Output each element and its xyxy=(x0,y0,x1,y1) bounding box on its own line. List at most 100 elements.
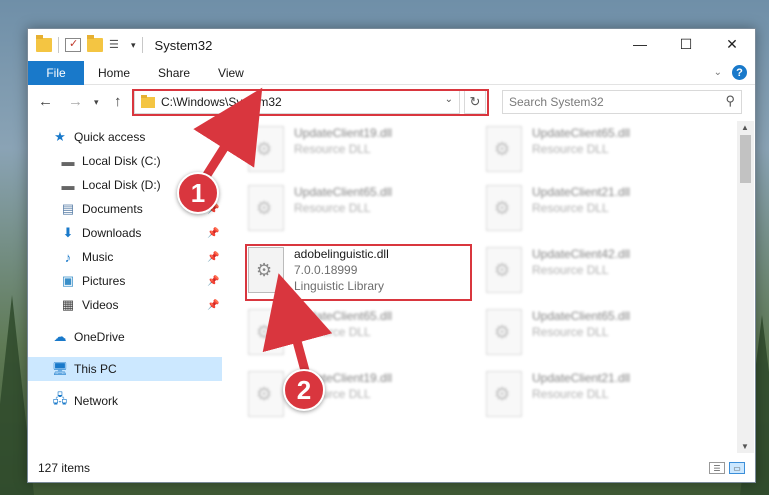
file-item[interactable]: UpdateClient65.dll Resource DLL xyxy=(248,185,478,239)
file-name: UpdateClient19.dll xyxy=(294,126,393,140)
back-arrow-icon[interactable]: ← xyxy=(38,93,53,110)
file-item[interactable]: UpdateClient65.dll Resource DLL xyxy=(486,309,716,363)
window-title: System32 xyxy=(154,37,213,53)
computer-icon: 🖥 xyxy=(51,361,69,376)
sidebar-item-label: Network xyxy=(74,394,119,408)
file-type: Resource DLL xyxy=(532,201,609,215)
help-icon[interactable]: ? xyxy=(732,65,747,80)
file-item[interactable]: UpdateClient65.dll Resource DLL xyxy=(486,126,716,180)
close-button[interactable]: ✕ xyxy=(709,29,755,59)
pictures-icon: ▣ xyxy=(61,273,75,288)
file-item[interactable]: UpdateClient19.dll Resource DLL xyxy=(248,371,478,425)
sidebar-item-label: Downloads xyxy=(82,226,142,240)
file-name: UpdateClient65.dll xyxy=(294,185,393,199)
customize-icon[interactable]: ☰ xyxy=(109,38,125,52)
item-count: 127 items xyxy=(38,461,91,475)
large-icons-view-icon[interactable]: ▭ xyxy=(729,462,745,474)
download-icon: ⬇ xyxy=(62,225,74,240)
sidebar-item-music[interactable]: ♪ Music 📌 xyxy=(28,245,222,269)
sidebar-item-label: OneDrive xyxy=(74,330,125,344)
step-1-badge: 1 xyxy=(177,172,219,214)
video-icon: ▦ xyxy=(61,297,75,312)
pin-icon[interactable]: 📌 xyxy=(207,300,219,311)
sidebar-item-this-pc[interactable]: 🖥 This PC xyxy=(28,357,222,381)
step-2-badge: 2 xyxy=(283,369,325,411)
sidebar-item-downloads[interactable]: ⬇ Downloads 📌 xyxy=(28,221,222,245)
sidebar-item-pictures[interactable]: ▣ Pictures 📌 xyxy=(28,269,222,293)
new-folder-icon[interactable] xyxy=(87,35,103,52)
file-highlight-box xyxy=(245,244,472,301)
up-arrow-icon[interactable]: ↑ xyxy=(114,93,122,110)
sidebar-item-label: Documents xyxy=(82,202,143,216)
status-bar: 127 items ☰ ▭ xyxy=(28,454,755,482)
tab-share[interactable]: Share xyxy=(144,66,204,80)
sidebar-item-label: Music xyxy=(82,250,114,264)
scroll-down-icon[interactable]: ▼ xyxy=(741,442,749,451)
expand-ribbon-icon[interactable]: ⌄ xyxy=(714,67,722,78)
file-item[interactable]: UpdateClient19.dll Resource DLL xyxy=(248,126,478,180)
file-type: Resource DLL xyxy=(532,142,609,156)
quick-access-toolbar: ☰ ▾ xyxy=(28,35,143,53)
sidebar-item-local-disk-c[interactable]: ▬ Local Disk (C:) xyxy=(28,149,222,173)
file-item[interactable]: UpdateClient21.dll Resource DLL xyxy=(486,371,716,425)
search-input[interactable]: Search System32 ⚲ xyxy=(502,90,742,114)
sidebar-item-label: Pictures xyxy=(82,274,126,288)
star-icon: ★ xyxy=(54,129,66,144)
recent-chevron-icon[interactable]: ▾ xyxy=(94,97,99,108)
dll-file-icon xyxy=(248,126,284,172)
sidebar-item-network[interactable]: 🖧 Network xyxy=(28,389,222,413)
dll-file-icon xyxy=(486,371,522,417)
file-item[interactable]: UpdateClient21.dll Resource DLL xyxy=(486,185,716,239)
ribbon-tabs: File Home Share View ⌄ ? xyxy=(28,60,755,85)
pin-icon[interactable]: 📌 xyxy=(207,228,219,239)
view-buttons: ☰ ▭ xyxy=(709,462,745,474)
file-item[interactable]: UpdateClient42.dll Resource DLL xyxy=(486,247,716,301)
properties-icon[interactable] xyxy=(65,37,81,52)
address-highlight-box xyxy=(132,89,489,116)
scroll-thumb[interactable] xyxy=(740,135,751,183)
dll-file-icon xyxy=(248,371,284,417)
search-icon[interactable]: ⚲ xyxy=(725,93,735,109)
documents-icon: ▤ xyxy=(61,201,75,216)
music-icon: ♪ xyxy=(64,249,72,265)
folder-icon[interactable] xyxy=(36,35,52,52)
maximize-button[interactable]: ☐ xyxy=(663,29,709,59)
tab-home[interactable]: Home xyxy=(84,66,144,80)
scroll-up-icon[interactable]: ▲ xyxy=(741,123,749,132)
file-name: UpdateClient65.dll xyxy=(532,126,631,140)
forward-arrow-icon[interactable]: → xyxy=(68,93,83,110)
file-type: Resource DLL xyxy=(532,263,609,277)
drive-icon: ▬ xyxy=(61,177,75,193)
sidebar-item-quick-access[interactable]: ★ Quick access xyxy=(28,125,222,149)
dll-file-icon xyxy=(248,309,284,355)
file-type: Resource DLL xyxy=(294,142,371,156)
file-type: Resource DLL xyxy=(532,325,609,339)
chevron-down-icon[interactable]: ▾ xyxy=(131,40,136,51)
sidebar-item-label: Quick access xyxy=(74,130,146,144)
pin-icon[interactable]: 📌 xyxy=(207,276,219,287)
network-icon: 🖧 xyxy=(52,391,68,406)
sidebar-item-videos[interactable]: ▦ Videos 📌 xyxy=(28,293,222,317)
sidebar-item-label: This PC xyxy=(74,362,117,376)
tab-file[interactable]: File xyxy=(28,60,84,85)
file-type: Resource DLL xyxy=(532,387,609,401)
minimize-button[interactable]: — xyxy=(617,29,663,59)
file-name: UpdateClient21.dll xyxy=(532,371,631,385)
sidebar-item-label: Videos xyxy=(82,298,119,312)
sidebar-item-onedrive[interactable]: ☁ OneDrive xyxy=(28,325,222,349)
navigation-bar: ← → ▾ ↑ C:\Windows\System32 ⌄ ↻ Search S… xyxy=(28,86,755,118)
ribbon-controls: ⌄ ? xyxy=(714,65,747,80)
file-item[interactable]: UpdateClient65.dll Resource DLL xyxy=(248,309,478,363)
dll-file-icon xyxy=(486,247,522,293)
sidebar-item-label: Local Disk (C:) xyxy=(82,154,161,168)
vertical-scrollbar[interactable]: ▲ ▼ xyxy=(737,121,754,453)
dll-file-icon xyxy=(486,185,522,231)
file-name: UpdateClient21.dll xyxy=(532,185,631,199)
pin-icon[interactable]: 📌 xyxy=(207,252,219,263)
file-type: Resource DLL xyxy=(294,325,371,339)
sidebar-item-label: Local Disk (D:) xyxy=(82,178,161,192)
details-view-icon[interactable]: ☰ xyxy=(709,462,725,474)
drive-icon: ▬ xyxy=(61,153,75,169)
dll-file-icon xyxy=(486,126,522,172)
tab-view[interactable]: View xyxy=(204,66,258,80)
